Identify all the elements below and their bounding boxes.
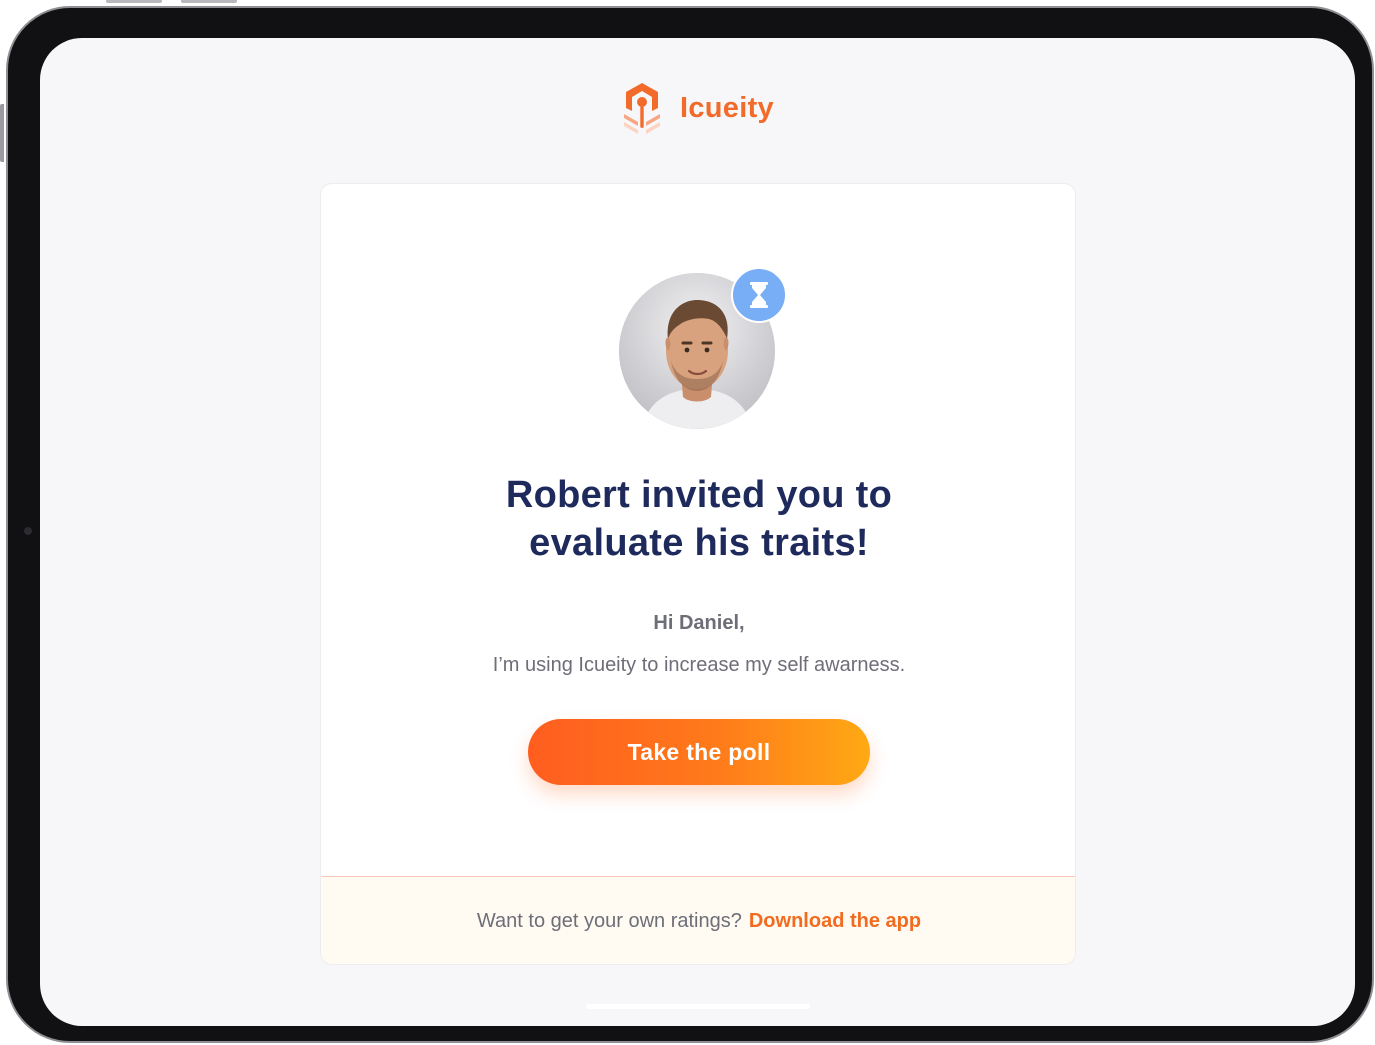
headline-line-2: evaluate his traits!: [529, 522, 869, 564]
invite-headline: Robert invited you to evaluate his trait…: [399, 471, 999, 567]
tablet-frame: Icueity Robert invited you to evaluate h…: [6, 6, 1374, 1043]
front-camera: [24, 527, 32, 535]
footer-prompt: Want to get your own ratings?: [476, 909, 742, 932]
side-button: [0, 104, 4, 162]
avatar-wrap: [619, 267, 787, 433]
screen: Icueity Robert invited you to evaluate h…: [40, 38, 1355, 1026]
brand-header: Icueity: [620, 80, 774, 136]
download-footer: Want to get your own ratings? Download t…: [321, 876, 1075, 964]
pending-status-badge: [731, 267, 787, 323]
volume-button-top: [106, 0, 162, 3]
invite-message: I’m using Icueity to increase my self aw…: [492, 654, 906, 676]
stage: Icueity Robert invited you to evaluate h…: [0, 0, 1375, 1045]
brand-name: Icueity: [680, 91, 774, 124]
invite-card: Robert invited you to evaluate his trait…: [320, 183, 1076, 965]
home-indicator[interactable]: [586, 1004, 810, 1009]
greeting-text: Hi Daniel,: [653, 612, 745, 634]
take-poll-button[interactable]: Take the poll: [528, 719, 870, 785]
headline-line-1: Robert invited you to: [505, 474, 893, 516]
power-button-top: [181, 0, 237, 3]
icueity-logo-icon: [624, 83, 660, 134]
hourglass-icon: [750, 282, 768, 308]
download-app-link[interactable]: Download the app: [749, 910, 921, 933]
